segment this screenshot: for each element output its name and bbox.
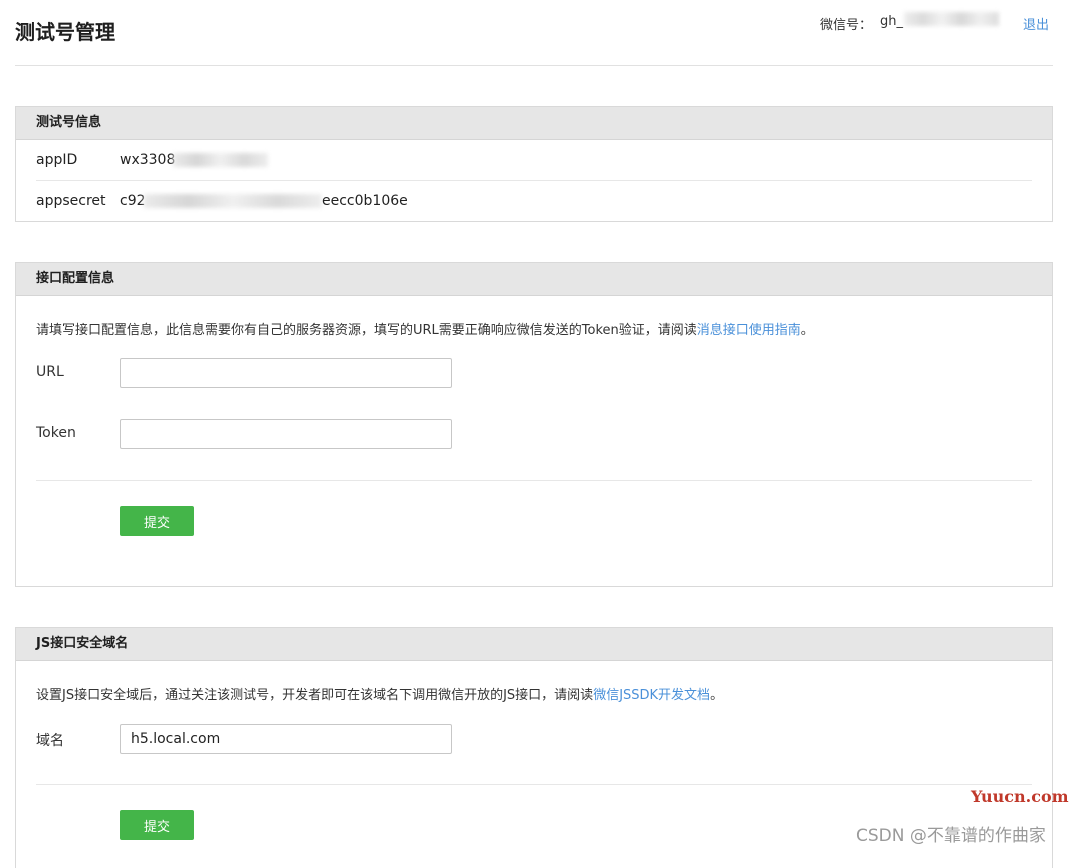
interface-config-description: 请填写接口配置信息，此信息需要你有自己的服务器资源，填写的URL需要正确响应微信… — [36, 319, 1032, 338]
interface-config-panel: 接口配置信息 请填写接口配置信息，此信息需要你有自己的服务器资源，填写的URL需… — [15, 262, 1053, 587]
wechat-id-value: gh_ — [880, 14, 903, 29]
appsecret-value-tail: eecc0b106e — [322, 193, 408, 209]
form-divider — [36, 480, 1032, 481]
appid-row: appID wx3308 — [36, 140, 1032, 180]
appid-label: appID — [36, 152, 78, 168]
submit-js-domain-button[interactable]: 提交 — [120, 810, 194, 840]
token-input[interactable] — [120, 419, 452, 449]
page-title: 测试号管理 — [15, 20, 115, 44]
page-header: 测试号管理 微信号： gh_ 退出 — [15, 0, 1053, 66]
panel-title: JS接口安全域名 — [16, 628, 1052, 661]
message-interface-guide-link[interactable]: 消息接口使用指南 — [697, 323, 801, 338]
appid-value: wx3308 — [120, 152, 176, 168]
redacted-blur — [173, 153, 268, 167]
panel-title: 接口配置信息 — [16, 263, 1052, 296]
redacted-blur — [904, 12, 999, 26]
wechat-id-label: 微信号： — [820, 18, 873, 33]
appsecret-value: c92 — [120, 193, 146, 209]
redacted-blur — [144, 194, 322, 208]
description-text: 请填写接口配置信息，此信息需要你有自己的服务器资源，填写的URL需要正确响应微信… — [36, 323, 697, 338]
csdn-watermark: CSDN @不靠谱的作曲家 — [856, 826, 1046, 846]
panel-title: 测试号信息 — [16, 107, 1052, 140]
description-text: 设置JS接口安全域后，通过关注该测试号，开发者即可在该域名下调用微信开放的JS接… — [36, 688, 594, 703]
token-label: Token — [36, 425, 76, 441]
jssdk-docs-link[interactable]: 微信JSSDK开发文档 — [593, 688, 710, 703]
submit-interface-config-button[interactable]: 提交 — [120, 506, 194, 536]
domain-label: 域名 — [36, 733, 64, 749]
appsecret-label: appsecret — [36, 193, 106, 209]
site-watermark: Yuucn.com — [971, 787, 1069, 806]
logout-link[interactable]: 退出 — [1023, 14, 1049, 33]
url-label: URL — [36, 364, 64, 380]
domain-input[interactable] — [120, 724, 452, 754]
test-account-panel: 测试号信息 appID wx3308 appsecret c92 eecc0b1… — [15, 106, 1053, 222]
appsecret-row: appsecret c92 eecc0b106e — [36, 180, 1032, 221]
form-divider — [36, 784, 1032, 785]
description-period: 。 — [800, 323, 814, 338]
description-period: 。 — [710, 688, 724, 703]
url-input[interactable] — [120, 358, 452, 388]
js-domain-description: 设置JS接口安全域后，通过关注该测试号，开发者即可在该域名下调用微信开放的JS接… — [36, 684, 1032, 703]
